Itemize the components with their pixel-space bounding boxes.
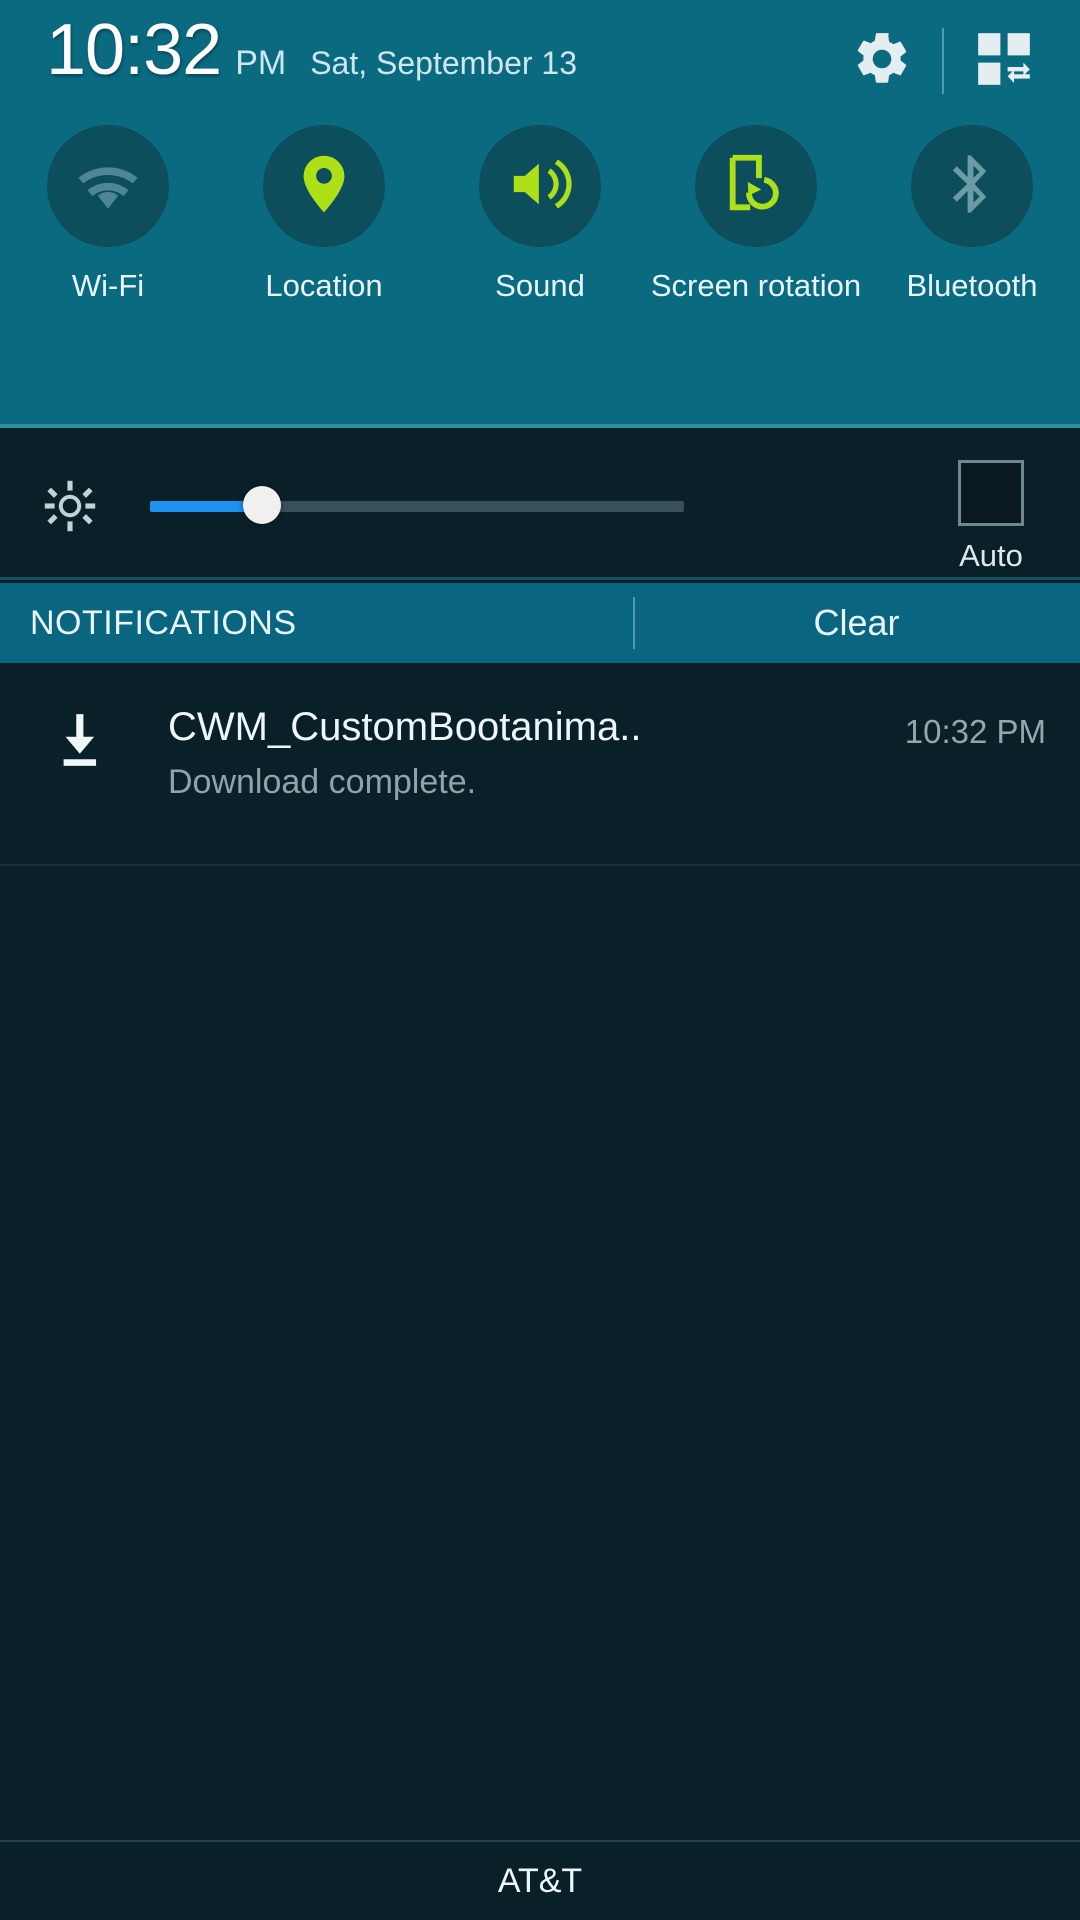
location-pin-icon (289, 149, 359, 224)
wifi-icon (73, 149, 143, 224)
brightness-slider[interactable] (150, 486, 684, 524)
toggle-screen-rotation-circle (695, 125, 817, 247)
quick-settings-grid-icon (973, 28, 1035, 95)
screen-rotation-icon (721, 149, 791, 224)
brightness-row: Auto (0, 432, 1080, 580)
carrier-label: AT&T (497, 1861, 583, 1900)
toggle-wifi[interactable]: Wi-Fi (0, 125, 216, 355)
download-complete-icon (46, 707, 112, 773)
notification-separator (0, 864, 1080, 866)
toggle-sound[interactable]: Sound (432, 125, 648, 355)
toggle-screen-rotation[interactable]: Screen rotation (648, 125, 864, 355)
auto-brightness-checkbox[interactable] (958, 460, 1024, 526)
gear-icon (851, 28, 913, 95)
settings-button[interactable] (836, 18, 928, 104)
toggle-screen-rotation-label: Screen rotation (650, 268, 862, 303)
notifications-header: NOTIFICATIONS Clear (0, 583, 1080, 663)
notifications-title: NOTIFICATIONS (30, 603, 297, 642)
notification-item[interactable]: CWM_CustomBootanima.. 10:32 PM Download … (0, 663, 1080, 811)
toggle-sound-circle (479, 125, 601, 247)
clock-time: 10:32 (46, 10, 222, 90)
header-icon-group (836, 18, 1050, 104)
sound-speaker-icon (505, 149, 575, 224)
toggle-bluetooth[interactable]: Bluetooth (864, 125, 1080, 355)
brightness-gear-icon (42, 478, 98, 534)
quick-settings-panel: 10:32 PM Sat, September 13 Wi-Fi Locatio… (0, 0, 1080, 428)
quick-settings-button[interactable] (958, 18, 1050, 104)
auto-brightness-label: Auto (959, 538, 1023, 573)
auto-brightness-toggle[interactable]: Auto (958, 460, 1024, 574)
toggle-wifi-circle (47, 125, 169, 247)
clock-ampm: PM (235, 44, 287, 82)
toggle-location-circle (263, 125, 385, 247)
header-divider (942, 28, 944, 94)
toggle-wifi-label: Wi-Fi (71, 268, 145, 303)
toggle-sound-label: Sound (495, 268, 585, 303)
notification-title: CWM_CustomBootanima.. (168, 705, 642, 749)
brightness-slider-thumb[interactable] (243, 486, 282, 524)
toggle-location[interactable]: Location (216, 125, 432, 355)
bluetooth-icon (937, 149, 1007, 224)
toggle-bluetooth-label: Bluetooth (906, 268, 1038, 303)
toggle-bluetooth-circle (911, 125, 1033, 247)
notification-shade: 10:32 PM Sat, September 13 Wi-Fi Locatio… (0, 0, 1080, 1920)
status-header: 10:32 PM Sat, September 13 (0, 0, 1080, 120)
toggle-location-label: Location (265, 268, 383, 303)
quick-toggle-row: Wi-Fi Location Sound Screen rotation Blu… (0, 125, 1080, 355)
clock-area: 10:32 PM Sat, September 13 (46, 14, 577, 86)
clear-button[interactable]: Clear (633, 583, 1080, 663)
clock-date: Sat, September 13 (310, 45, 578, 81)
notification-time: 10:32 PM (904, 713, 1046, 750)
notification-subtitle: Download complete. (168, 763, 477, 801)
